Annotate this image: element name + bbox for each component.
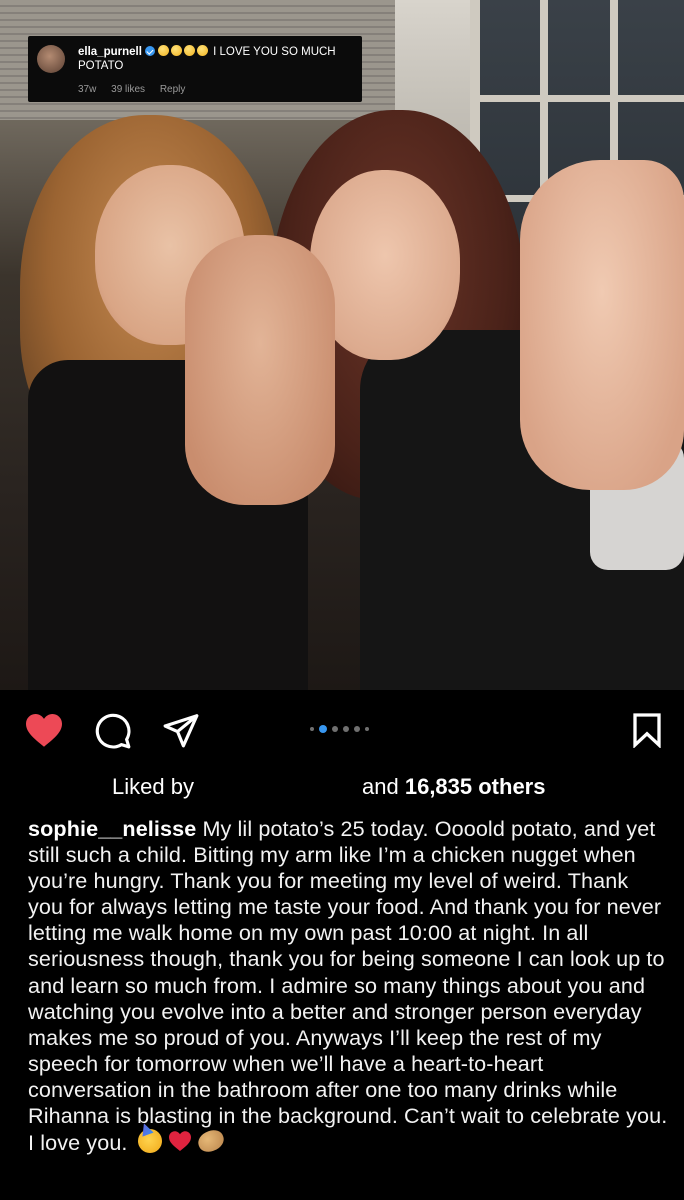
partying-face-emoji-icon — [137, 1129, 162, 1154]
heart-icon[interactable] — [24, 712, 64, 748]
comment-reply: Reply — [159, 84, 186, 95]
likes-summary: Liked by and 16,835 others — [0, 770, 684, 804]
carousel-dot — [343, 726, 349, 732]
carousel-indicator — [310, 724, 369, 734]
likes-count: 16,835 others — [404, 774, 546, 799]
person-right-hand — [520, 160, 684, 490]
caption-username[interactable]: sophie__nelisse — [28, 816, 196, 841]
person-left-hand — [185, 235, 335, 505]
post-photo[interactable]: ella_purnell I LOVE YOU SO MUCH POTATO 3… — [0, 0, 684, 690]
comment-age: 37w — [78, 84, 97, 95]
caption-text: My lil potato’s 25 today. Oooold potato,… — [28, 816, 668, 1156]
share-icon[interactable] — [162, 711, 200, 749]
comment-line: ella_purnell I LOVE YOU SO MUCH POTATO — [78, 45, 358, 73]
post-actions — [0, 700, 684, 756]
caption-emojis — [137, 1127, 227, 1155]
bookmark-icon[interactable] — [630, 712, 664, 748]
red-heart-emoji-icon — [168, 1131, 191, 1152]
post-caption: sophie__nelisse My lil potato’s 25 today… — [28, 816, 668, 1156]
potato-emoji-icon — [195, 1127, 227, 1155]
carousel-dot — [365, 727, 369, 731]
carousel-dot — [354, 726, 360, 732]
liked-by-label: Liked by — [112, 774, 194, 799]
carousel-dot — [310, 727, 314, 731]
comment-meta: 37w 39 likes Reply — [78, 84, 197, 95]
likes-and: and — [362, 774, 399, 799]
crying-emoji-icon — [157, 45, 210, 58]
comment-likes: 39 likes — [111, 84, 146, 95]
carousel-dot-active — [319, 725, 327, 733]
verified-badge-icon — [144, 46, 155, 56]
comment-overlay: ella_purnell I LOVE YOU SO MUCH POTATO 3… — [28, 36, 362, 102]
comment-avatar — [37, 45, 65, 73]
carousel-dot — [332, 726, 338, 732]
comment-icon[interactable] — [94, 712, 132, 750]
comment-username: ella_purnell — [78, 46, 142, 58]
likes-count-link[interactable]: and 16,835 others — [362, 774, 545, 800]
